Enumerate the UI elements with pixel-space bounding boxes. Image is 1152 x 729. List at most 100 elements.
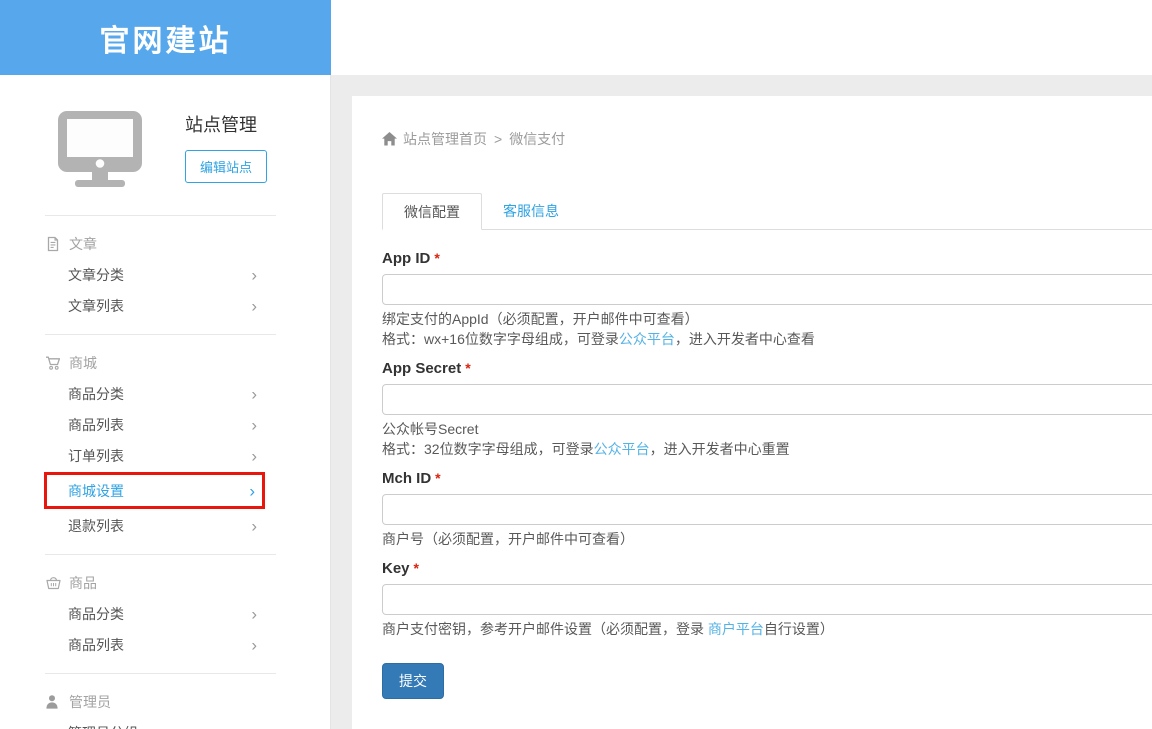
help-text: 商户号（必须配置，开户邮件中可查看）: [382, 531, 634, 547]
help-line: 绑定支付的AppId（必须配置，开户邮件中可查看）: [382, 309, 1152, 329]
help-line: 格式：wx+16位数字字母组成，可登录公众平台，进入开发者中心查看: [382, 329, 1152, 349]
required-asterisk: *: [434, 250, 439, 266]
sidebar-item-label: 商品列表: [68, 635, 124, 655]
edit-site-button[interactable]: 编辑站点: [185, 150, 267, 183]
sidebar-item-label: 文章列表: [68, 296, 124, 316]
field-help-app-id: 绑定支付的AppId（必须配置，开户邮件中可查看） 格式：wx+16位数字字母组成…: [382, 309, 1152, 349]
admin-icon: [45, 694, 65, 710]
sidebar-section-label: 管理员: [69, 692, 111, 712]
sidebar-section-1: 商城商品分类 › 商品列表 › 订单列表 › 商城设置 › 退款列表 ›: [0, 335, 330, 554]
help-text: 商户支付密钥，参考开户邮件设置（必须配置，登录: [382, 621, 708, 637]
help-link-商户平台[interactable]: 商户平台: [708, 621, 764, 637]
chevron-right-icon: ›: [251, 416, 257, 433]
sidebar-item-label: 退款列表: [68, 516, 124, 536]
field-help-app-secret: 公众帐号Secret 格式：32位数字字母组成，可登录公众平台，进入开发者中心重置: [382, 419, 1152, 459]
chevron-right-icon: ›: [251, 297, 257, 314]
sidebar-section-header: 商城: [0, 347, 330, 378]
help-text: 格式：32位数字字母组成，可登录: [382, 441, 594, 457]
field-label-text: App Secret: [382, 360, 461, 377]
tab-customer-service[interactable]: 客服信息: [482, 193, 580, 229]
chevron-right-icon: ›: [251, 724, 257, 729]
chevron-right-icon: ›: [251, 605, 257, 622]
field-key: Key* 商户支付密钥，参考开户邮件设置（必须配置，登录 商户平台自行设置）: [382, 560, 1152, 639]
home-icon: [382, 132, 397, 146]
main-panel: 站点管理首页 > 微信支付 微信配置 客服信息 App ID* 绑定支付的AppI…: [352, 96, 1152, 729]
help-link-公众平台[interactable]: 公众平台: [619, 331, 675, 347]
help-text: 公众帐号Secret: [382, 421, 478, 437]
mch-id-input[interactable]: [382, 494, 1152, 525]
field-label-key: Key*: [382, 560, 1152, 577]
field-app-secret: App Secret* 公众帐号Secret 格式：32位数字字母组成，可登录公众平…: [382, 360, 1152, 459]
submit-button[interactable]: 提交: [382, 663, 444, 699]
sidebar-item-商品列表[interactable]: 商品列表 ›: [44, 409, 265, 440]
sidebar-section-label: 商品: [69, 573, 97, 593]
breadcrumb: 站点管理首页 > 微信支付: [382, 129, 1152, 149]
sidebar-section-header: 管理员: [0, 686, 330, 717]
sidebar-item-label: 订单列表: [68, 446, 124, 466]
wechat-pay-form: App ID* 绑定支付的AppId（必须配置，开户邮件中可查看） 格式：wx+16…: [382, 250, 1152, 639]
help-text: 格式：wx+16位数字字母组成，可登录: [382, 331, 619, 347]
required-asterisk: *: [414, 560, 419, 576]
chevron-right-icon: ›: [251, 447, 257, 464]
field-label-mch-id: Mch ID*: [382, 470, 1152, 487]
help-line: 商户支付密钥，参考开户邮件设置（必须配置，登录 商户平台自行设置）: [382, 619, 1152, 639]
app-secret-input[interactable]: [382, 384, 1152, 415]
key-input[interactable]: [382, 584, 1152, 615]
sidebar-section-header: 文章: [0, 228, 330, 259]
sidebar-item-订单列表[interactable]: 订单列表 ›: [44, 440, 265, 471]
required-asterisk: *: [465, 360, 470, 376]
sidebar-section-label: 商城: [69, 353, 97, 373]
chevron-right-icon: ›: [251, 385, 257, 402]
brand-logo-text: 官网建站: [100, 16, 232, 60]
sidebar-item-商品分类[interactable]: 商品分类 ›: [44, 598, 265, 629]
chevron-right-icon: ›: [251, 517, 257, 534]
brand-logo: 官网建站: [0, 0, 331, 75]
field-label-app-secret: App Secret*: [382, 360, 1152, 377]
sidebar-section-2: 商品商品分类 › 商品列表 ›: [0, 555, 330, 673]
sidebar-item-label: 商品分类: [68, 604, 124, 624]
breadcrumb-home-link[interactable]: 站点管理首页: [382, 129, 487, 149]
chevron-right-icon: ›: [251, 636, 257, 653]
help-text: 绑定支付的AppId（必须配置，开户邮件中可查看）: [382, 311, 699, 327]
sidebar-section-label: 文章: [69, 234, 97, 254]
top-header: [331, 0, 1152, 75]
field-label-text: Key: [382, 560, 410, 577]
help-link-公众平台[interactable]: 公众平台: [594, 441, 650, 457]
site-title: 站点管理: [185, 111, 267, 137]
breadcrumb-current: 微信支付: [509, 129, 565, 149]
sidebar-item-label: 文章分类: [68, 265, 124, 285]
sidebar-item-商城设置[interactable]: 商城设置 ›: [44, 472, 265, 509]
app-id-input[interactable]: [382, 274, 1152, 305]
sidebar-section-3: 管理员管理员分组›: [0, 674, 330, 729]
site-meta: 站点管理 编辑站点: [185, 108, 267, 193]
help-line: 商户号（必须配置，开户邮件中可查看）: [382, 529, 1152, 549]
sidebar-item-文章分类[interactable]: 文章分类›: [44, 259, 265, 290]
breadcrumb-home-label: 站点管理首页: [403, 129, 487, 149]
sidebar-item-管理员分组[interactable]: 管理员分组›: [44, 717, 265, 729]
sidebar: 站点管理 编辑站点 文章文章分类›文章列表›商城商品分类›商品列表›订单列表›商…: [0, 75, 331, 729]
field-help-key: 商户支付密钥，参考开户邮件设置（必须配置，登录 商户平台自行设置）: [382, 619, 1152, 639]
site-panel: 站点管理 编辑站点: [0, 75, 330, 215]
field-mch-id: Mch ID* 商户号（必须配置，开户邮件中可查看）: [382, 470, 1152, 549]
sidebar-item-退款列表[interactable]: 退款列表 ›: [44, 510, 265, 541]
sidebar-item-label: 商城设置: [68, 481, 124, 501]
sidebar-item-label: 商品分类: [68, 384, 124, 404]
field-app-id: App ID* 绑定支付的AppId（必须配置，开户邮件中可查看） 格式：wx+16…: [382, 250, 1152, 349]
sidebar-item-商品列表[interactable]: 商品列表 ›: [44, 629, 265, 660]
field-label-text: Mch ID: [382, 470, 431, 487]
sidebar-section-0: 文章文章分类› 文章列表 ›: [0, 216, 330, 334]
sidebar-section-header: 商品: [0, 567, 330, 598]
sidebar-item-商品分类[interactable]: 商品分类 ›: [44, 378, 265, 409]
field-label-app-id: App ID*: [382, 250, 1152, 267]
field-help-mch-id: 商户号（必须配置，开户邮件中可查看）: [382, 529, 1152, 549]
basket-icon: [45, 575, 65, 591]
tab-bar: 微信配置 客服信息: [382, 193, 1152, 230]
help-line: 格式：32位数字字母组成，可登录公众平台，进入开发者中心重置: [382, 439, 1152, 459]
sidebar-nav: 文章文章分类›文章列表›商城商品分类›商品列表›订单列表›商城设置›退款列表›商…: [0, 215, 330, 729]
help-text: 自行设置）: [764, 621, 834, 637]
sidebar-item-文章列表[interactable]: 文章列表 ›: [44, 290, 265, 321]
sidebar-item-label: 商品列表: [68, 415, 124, 435]
help-text: ，进入开发者中心重置: [650, 441, 790, 457]
chevron-right-icon: ›: [249, 482, 255, 499]
tab-wechat-config[interactable]: 微信配置: [382, 193, 482, 230]
